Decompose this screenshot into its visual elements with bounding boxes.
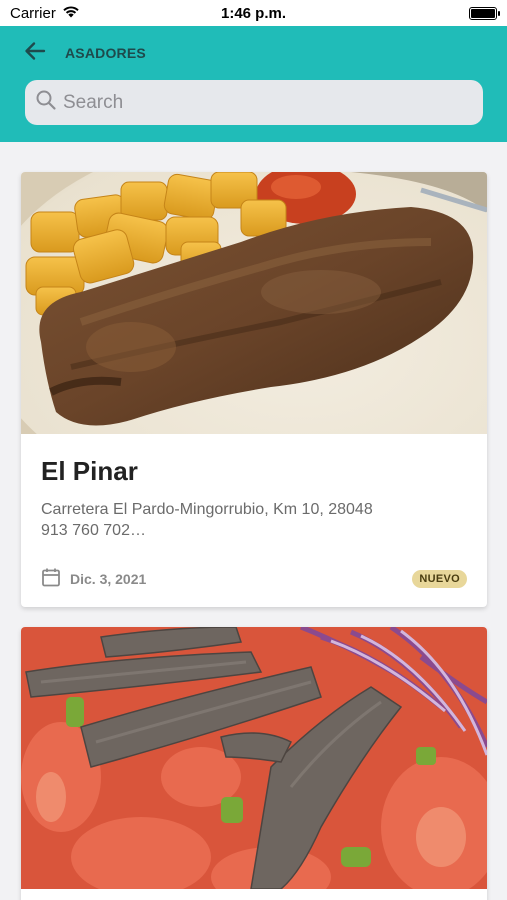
card-body: El Pinar Carretera El Pardo-Mingorrubio,… bbox=[21, 434, 487, 607]
search-bar[interactable] bbox=[25, 80, 483, 125]
restaurant-card[interactable] bbox=[21, 627, 487, 900]
search-icon bbox=[35, 89, 57, 116]
calendar-icon bbox=[41, 567, 61, 592]
restaurant-photo bbox=[21, 627, 487, 889]
carrier-label: Carrier bbox=[10, 4, 56, 22]
card-date: Dic. 3, 2021 bbox=[70, 571, 147, 587]
phone-line: 913 760 702… bbox=[41, 522, 146, 539]
arrow-left-icon bbox=[24, 41, 46, 66]
address-line: Carretera El Pardo-Mingorrubio, Km 10, 2… bbox=[41, 501, 373, 518]
restaurant-card[interactable]: El Pinar Carretera El Pardo-Mingorrubio,… bbox=[21, 172, 487, 607]
status-bar: Carrier 1:46 p.m. bbox=[0, 0, 507, 26]
page-title: ASADORES bbox=[65, 45, 146, 61]
app-header: ASADORES bbox=[0, 26, 507, 142]
status-badge: NUEVO bbox=[412, 570, 467, 588]
restaurant-name: El Pinar bbox=[41, 456, 138, 486]
back-button[interactable] bbox=[20, 40, 50, 66]
battery-icon bbox=[469, 6, 500, 20]
card-footer: Dic. 3, 2021 NUEVO bbox=[41, 567, 467, 591]
wifi-icon bbox=[62, 5, 80, 22]
restaurant-photo bbox=[21, 172, 487, 434]
search-input[interactable] bbox=[63, 91, 463, 114]
restaurant-address: Carretera El Pardo-Mingorrubio, Km 10, 2… bbox=[41, 499, 461, 541]
